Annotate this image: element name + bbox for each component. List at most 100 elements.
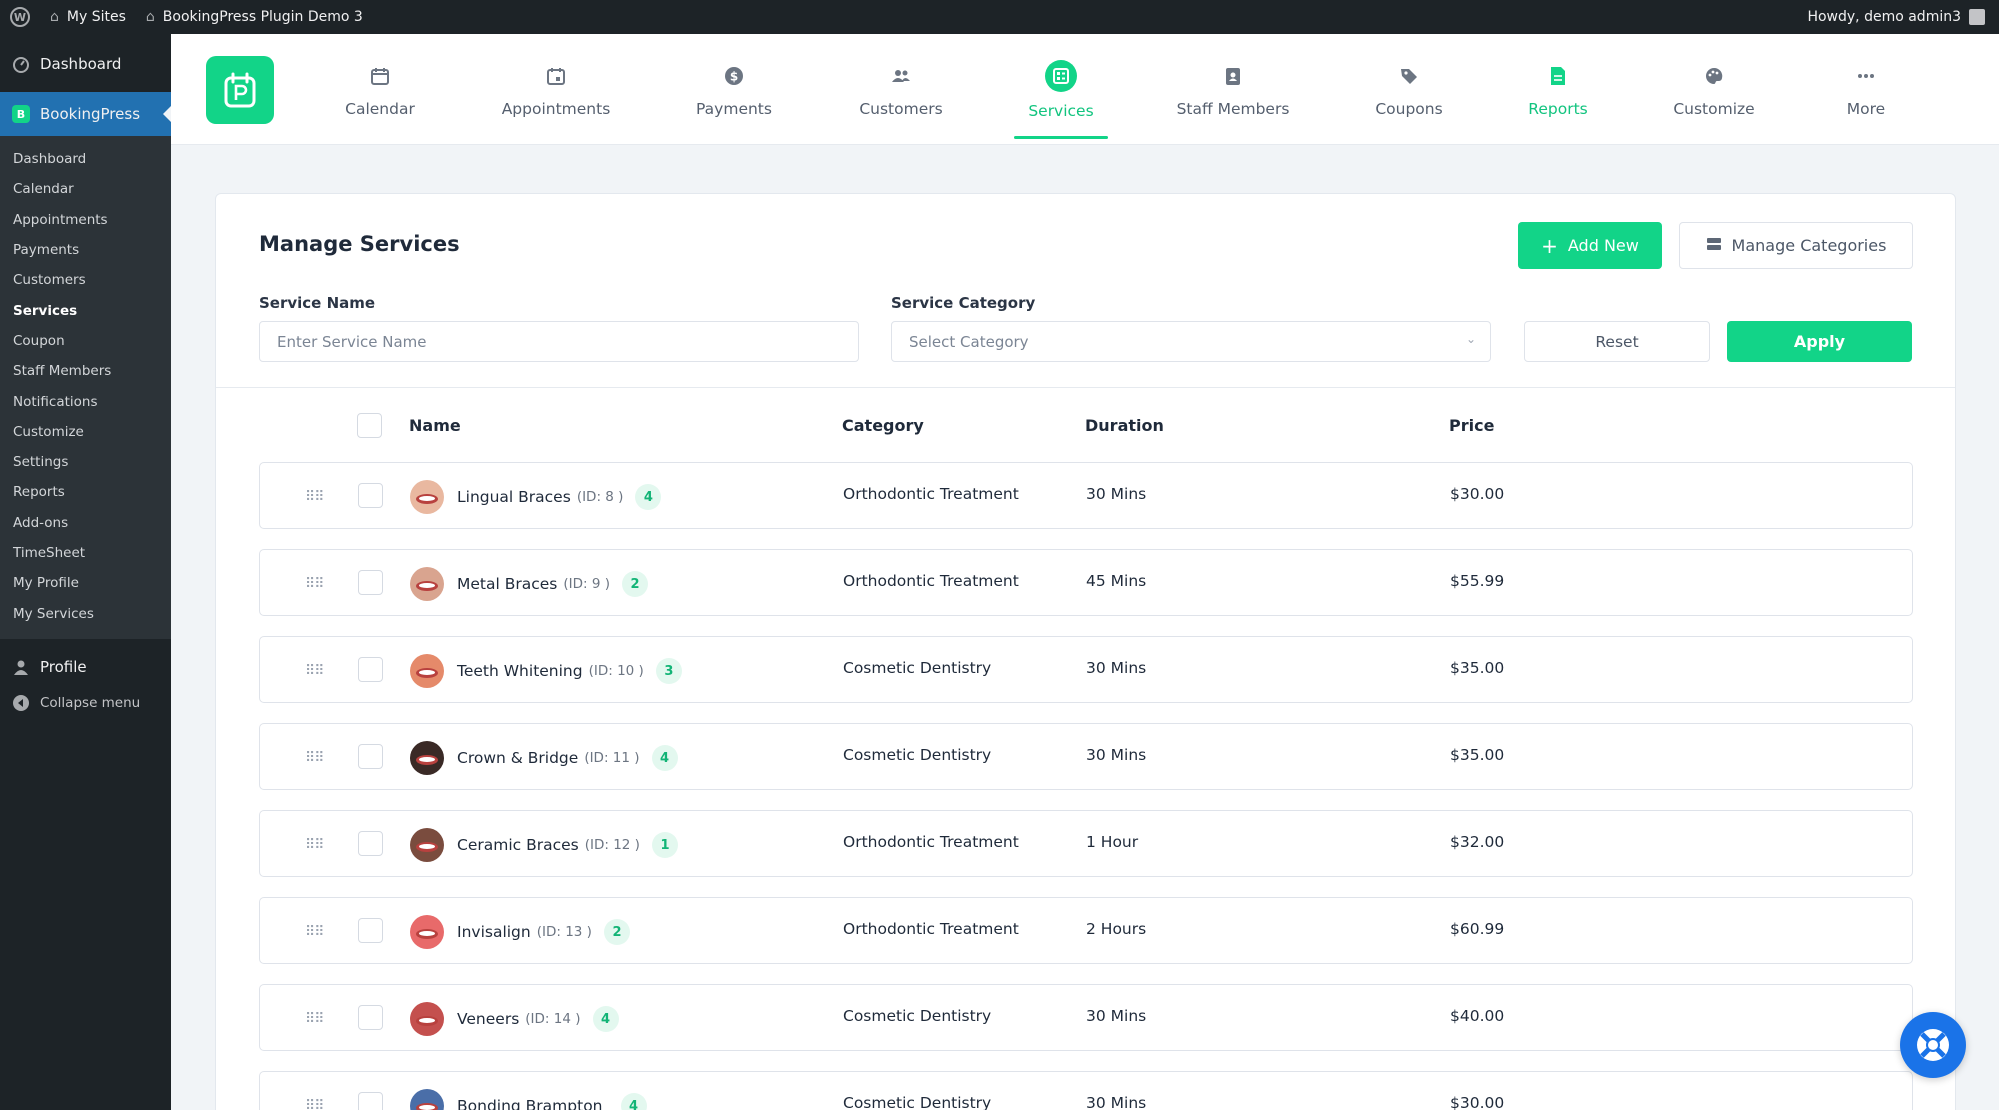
service-duration: 2 Hours: [1086, 920, 1147, 938]
tab-staff-members[interactable]: Staff Members: [1163, 34, 1303, 145]
drag-handle-icon[interactable]: ⠿⠿: [305, 924, 324, 940]
table-row[interactable]: ⠿⠿ Veneers (ID: 14 ) 4 Cosmetic Dentistry 30 …: [259, 984, 1913, 1051]
collapse-menu-label: Collapse menu: [40, 694, 141, 711]
drag-handle-icon[interactable]: ⠿⠿: [305, 1098, 324, 1110]
drag-handle-icon[interactable]: ⠿⠿: [305, 489, 324, 505]
bookingpress-logo[interactable]: [206, 56, 274, 124]
row-checkbox[interactable]: [358, 744, 383, 769]
submenu-item-add-ons[interactable]: Add-ons: [0, 508, 171, 538]
apply-button[interactable]: Apply: [1727, 321, 1912, 362]
submenu-item-timesheet[interactable]: TimeSheet: [0, 538, 171, 568]
user-account-button[interactable]: Howdy, demo admin3: [1797, 0, 1999, 34]
row-checkbox[interactable]: [358, 657, 383, 682]
submenu-item-calendar[interactable]: Calendar: [0, 174, 171, 204]
tab-more[interactable]: More: [1796, 34, 1936, 145]
tab-coupons[interactable]: Coupons: [1339, 34, 1479, 145]
service-category: Cosmetic Dentistry: [843, 1007, 992, 1025]
drag-handle-icon[interactable]: ⠿⠿: [305, 663, 324, 679]
add-new-button[interactable]: + Add New: [1518, 222, 1662, 269]
service-duration: 30 Mins: [1086, 746, 1147, 764]
service-name-input[interactable]: Enter Service Name: [259, 321, 859, 362]
tab-calendar[interactable]: Calendar: [310, 34, 450, 145]
categories-icon: [1706, 236, 1722, 256]
service-duration: 30 Mins: [1086, 659, 1147, 677]
submenu-item-settings[interactable]: Settings: [0, 447, 171, 477]
collapse-menu-button[interactable]: Collapse menu: [0, 685, 171, 721]
plus-icon: +: [1541, 233, 1558, 258]
table-row[interactable]: ⠿⠿ Crown & Bridge (ID: 11 ) 4 Cosmetic Denti…: [259, 723, 1913, 790]
tab-customers[interactable]: Customers: [831, 34, 971, 145]
submenu-item-customers[interactable]: Customers: [0, 265, 171, 295]
service-name-placeholder: Enter Service Name: [277, 332, 427, 351]
column-header-category[interactable]: Category: [842, 416, 924, 435]
submenu-item-payments[interactable]: Payments: [0, 235, 171, 265]
select-all-checkbox[interactable]: [357, 413, 382, 438]
menu-bookingpress[interactable]: B BookingPress: [0, 92, 171, 136]
submenu-item-staff-members[interactable]: Staff Members: [0, 356, 171, 386]
column-header-name[interactable]: Name: [409, 416, 461, 435]
tab-label: Staff Members: [1176, 99, 1290, 118]
wordpress-logo-button[interactable]: W: [0, 0, 40, 34]
service-name-text: Metal Braces: [457, 575, 558, 593]
drag-handle-icon[interactable]: ⠿⠿: [305, 837, 324, 853]
manage-categories-button[interactable]: Manage Categories: [1679, 222, 1913, 269]
submenu-item-appointments[interactable]: Appointments: [0, 205, 171, 235]
submenu-item-notifications[interactable]: Notifications: [0, 386, 171, 416]
service-name[interactable]: Teeth Whitening (ID: 10 ) 3: [457, 658, 682, 684]
service-category: Cosmetic Dentistry: [843, 659, 992, 677]
help-chat-button[interactable]: [1900, 1012, 1966, 1078]
table-row[interactable]: ⠿⠿ Teeth Whitening (ID: 10 ) 3 Cosmetic Dent…: [259, 636, 1913, 703]
column-header-price[interactable]: Price: [1449, 416, 1494, 435]
menu-dashboard[interactable]: Dashboard: [0, 42, 171, 86]
table-row[interactable]: ⠿⠿ Lingual Braces (ID: 8 ) 4 Orthodontic Tre…: [259, 462, 1913, 529]
table-row[interactable]: ⠿⠿ Ceramic Braces (ID: 12 ) 1 Orthodontic Tr…: [259, 810, 1913, 877]
site-name-button[interactable]: ⌂ BookingPress Plugin Demo 3: [136, 0, 373, 34]
row-checkbox[interactable]: [358, 831, 383, 856]
reset-button[interactable]: Reset: [1524, 321, 1710, 362]
tab-appointments[interactable]: Appointments: [486, 34, 626, 145]
row-checkbox[interactable]: [358, 918, 383, 943]
row-checkbox[interactable]: [358, 483, 383, 508]
collapse-icon: [12, 694, 30, 712]
service-name[interactable]: Ceramic Braces (ID: 12 ) 1: [457, 832, 678, 858]
service-id: (ID: 14 ): [525, 1011, 581, 1027]
drag-handle-icon[interactable]: ⠿⠿: [305, 750, 324, 766]
service-price: $32.00: [1450, 833, 1505, 851]
submenu-item-services[interactable]: Services: [0, 295, 171, 325]
submenu-item-reports[interactable]: Reports: [0, 477, 171, 507]
service-name[interactable]: Crown & Bridge (ID: 11 ) 4: [457, 745, 678, 771]
submenu-item-customize[interactable]: Customize: [0, 417, 171, 447]
service-name[interactable]: Lingual Braces (ID: 8 ) 4: [457, 484, 662, 510]
submenu-item-coupon[interactable]: Coupon: [0, 326, 171, 356]
drag-handle-icon[interactable]: ⠿⠿: [305, 1011, 324, 1027]
service-name[interactable]: Veneers (ID: 14 ) 4: [457, 1006, 619, 1032]
service-category-select[interactable]: Select Category ⌄: [891, 321, 1491, 362]
table-row[interactable]: ⠿⠿ Metal Braces (ID: 9 ) 2 Orthodontic Treat…: [259, 549, 1913, 616]
drag-handle-icon[interactable]: ⠿⠿: [305, 576, 324, 592]
submenu-item-dashboard[interactable]: Dashboard: [0, 144, 171, 174]
tab-customize[interactable]: Customize: [1644, 34, 1784, 145]
tab-reports[interactable]: Reports: [1488, 34, 1628, 145]
service-name-text: Lingual Braces: [457, 488, 571, 506]
row-checkbox[interactable]: [358, 1005, 383, 1030]
service-name[interactable]: Bonding Brampton 4: [457, 1093, 647, 1110]
service-name[interactable]: Invisalign (ID: 13 ) 2: [457, 919, 630, 945]
submenu-item-my-services[interactable]: My Services: [0, 598, 171, 628]
menu-profile[interactable]: Profile: [0, 649, 171, 685]
column-header-duration[interactable]: Duration: [1085, 416, 1164, 435]
tab-label: Appointments: [501, 99, 611, 118]
service-image: [410, 654, 444, 688]
tab-payments[interactable]: $ Payments: [664, 34, 804, 145]
service-name[interactable]: Metal Braces (ID: 9 ) 2: [457, 571, 648, 597]
bookingpress-icon: B: [12, 105, 30, 123]
table-row[interactable]: ⠿⠿ Invisalign (ID: 13 ) 2 Orthodontic Treatm…: [259, 897, 1913, 964]
service-category: Orthodontic Treatment: [843, 833, 1019, 851]
service-name-text: Ceramic Braces: [457, 836, 579, 854]
row-checkbox[interactable]: [358, 570, 383, 595]
tab-services[interactable]: Services: [991, 34, 1131, 145]
table-row[interactable]: ⠿⠿ Bonding Brampton 4 Cosmetic Dentistry 30 …: [259, 1071, 1913, 1110]
staff-count-badge: 1: [651, 832, 678, 858]
my-sites-button[interactable]: ⌂ My Sites: [40, 0, 136, 34]
submenu-item-my-profile[interactable]: My Profile: [0, 568, 171, 598]
row-checkbox[interactable]: [358, 1092, 383, 1110]
